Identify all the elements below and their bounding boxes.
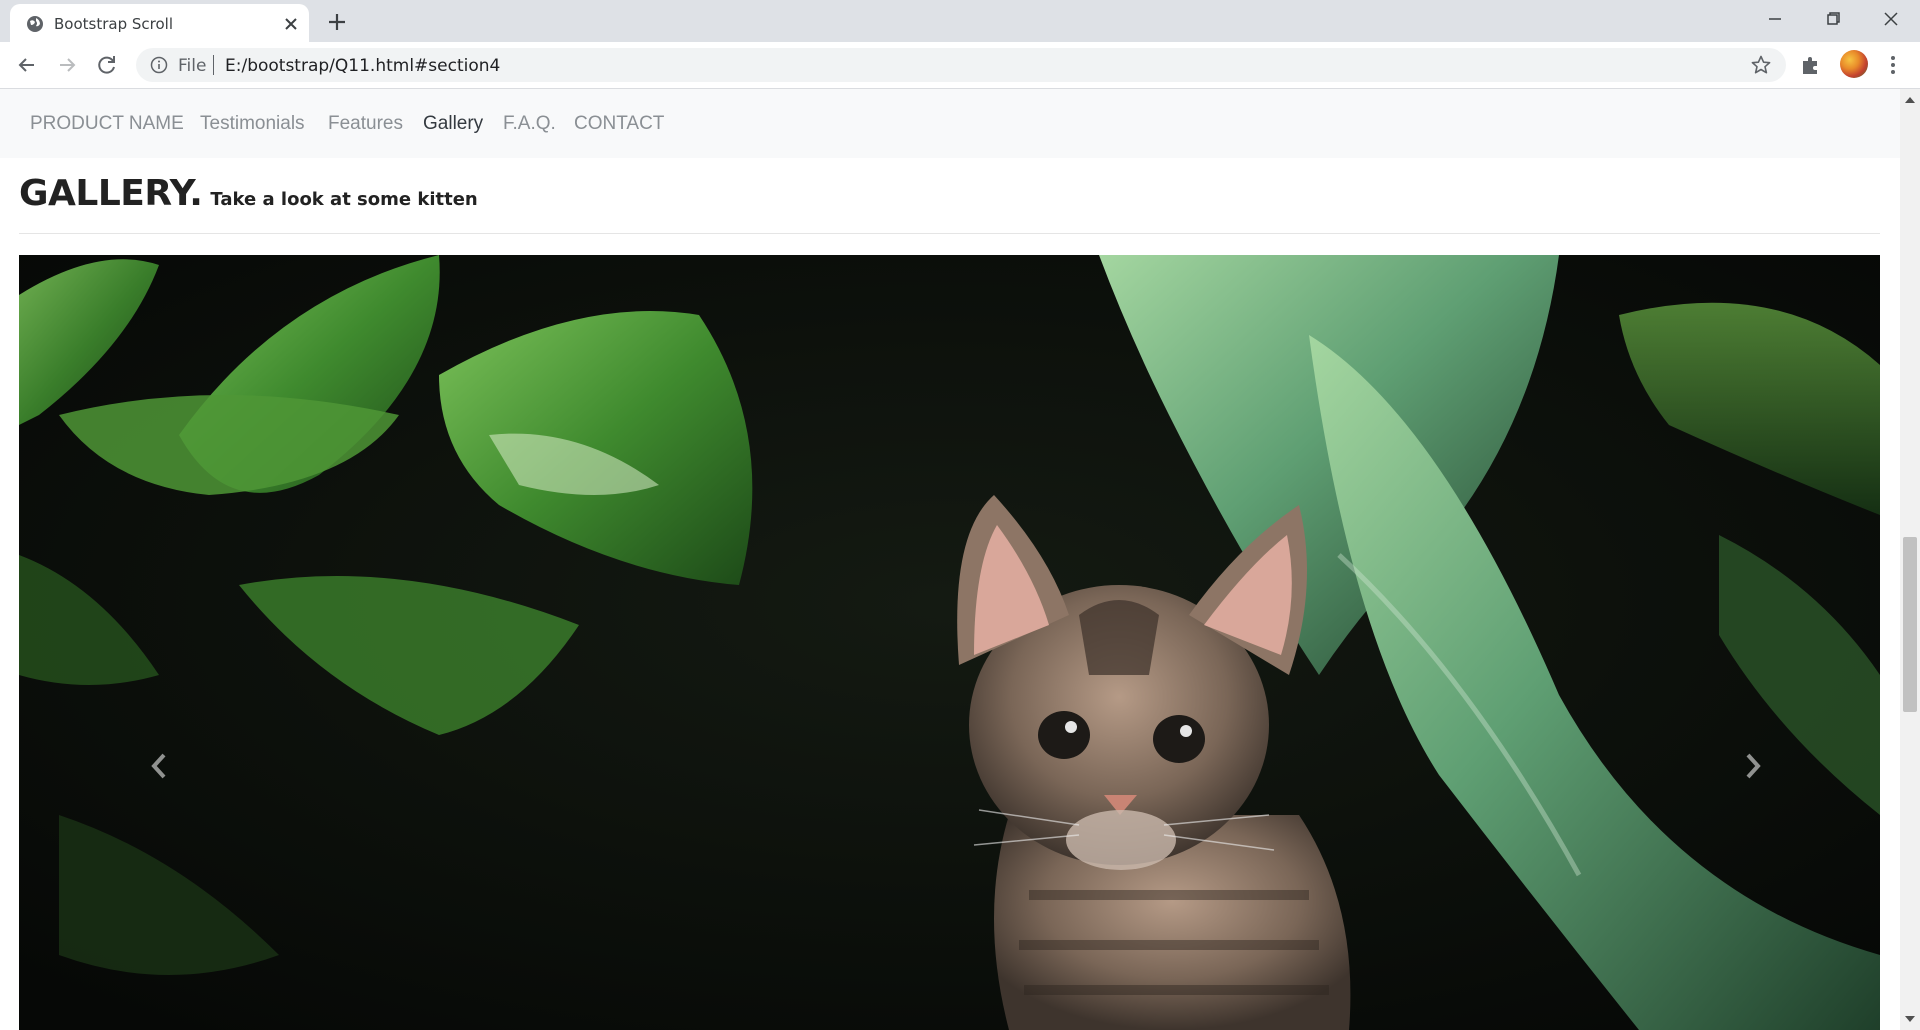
globe-icon bbox=[27, 16, 43, 32]
profile-avatar[interactable] bbox=[1840, 50, 1868, 78]
tab-title: Bootstrap Scroll bbox=[54, 15, 173, 33]
carousel-prev-button[interactable] bbox=[19, 255, 259, 1030]
nav-link-contact[interactable]: CONTACT bbox=[574, 113, 664, 135]
page-scrollbar[interactable] bbox=[1900, 89, 1920, 1030]
address-bar[interactable]: File E:/bootstrap/Q11.html#section4 bbox=[136, 48, 1786, 82]
minimize-icon[interactable] bbox=[1760, 6, 1790, 32]
url-text[interactable]: E:/bootstrap/Q11.html#section4 bbox=[225, 56, 500, 76]
restore-icon[interactable] bbox=[1818, 6, 1848, 32]
close-icon[interactable] bbox=[281, 14, 301, 34]
site-navbar: PRODUCT NAME Testimonials Features Galle… bbox=[0, 89, 1900, 158]
back-arrow-icon[interactable] bbox=[14, 52, 40, 78]
nav-link-testimonials[interactable]: Testimonials bbox=[200, 113, 305, 135]
nav-link-gallery[interactable]: Gallery bbox=[423, 113, 483, 135]
nav-link-features[interactable]: Features bbox=[328, 113, 403, 135]
page-title: GALLERY. bbox=[19, 173, 203, 214]
kebab-menu-icon[interactable] bbox=[1880, 52, 1906, 78]
forward-arrow-icon[interactable] bbox=[54, 52, 80, 78]
divider bbox=[213, 55, 214, 75]
scrollbar-thumb[interactable] bbox=[1903, 537, 1917, 712]
reload-icon[interactable] bbox=[94, 52, 120, 78]
extensions-puzzle-icon[interactable] bbox=[1798, 52, 1824, 78]
chevron-left-icon bbox=[151, 753, 166, 779]
scroll-down-arrow-icon[interactable] bbox=[1904, 1014, 1916, 1024]
info-icon[interactable] bbox=[150, 56, 168, 74]
navbar-brand[interactable]: PRODUCT NAME bbox=[30, 113, 184, 135]
kitten-photo bbox=[19, 255, 1880, 1030]
new-tab-icon[interactable] bbox=[325, 10, 349, 34]
browser-toolbar: File E:/bootstrap/Q11.html#section4 bbox=[0, 42, 1920, 89]
section-heading: GALLERY. Take a look at some kitten bbox=[19, 173, 478, 214]
browser-tabstrip: Bootstrap Scroll bbox=[0, 0, 1920, 42]
nav-link-faq[interactable]: F.A.Q. bbox=[503, 113, 556, 135]
gallery-carousel bbox=[19, 255, 1880, 1030]
scheme-label: File bbox=[178, 56, 207, 76]
bookmark-star-icon[interactable] bbox=[1750, 54, 1772, 76]
browser-tab[interactable]: Bootstrap Scroll bbox=[10, 4, 309, 42]
page-subtitle: Take a look at some kitten bbox=[210, 189, 478, 210]
scroll-up-arrow-icon[interactable] bbox=[1904, 95, 1916, 105]
window-close-icon[interactable] bbox=[1876, 6, 1906, 32]
chevron-right-icon bbox=[1746, 753, 1761, 779]
carousel-next-button[interactable] bbox=[1640, 255, 1880, 1030]
page-viewport: PRODUCT NAME Testimonials Features Galle… bbox=[0, 89, 1900, 1030]
heading-divider bbox=[19, 233, 1880, 234]
